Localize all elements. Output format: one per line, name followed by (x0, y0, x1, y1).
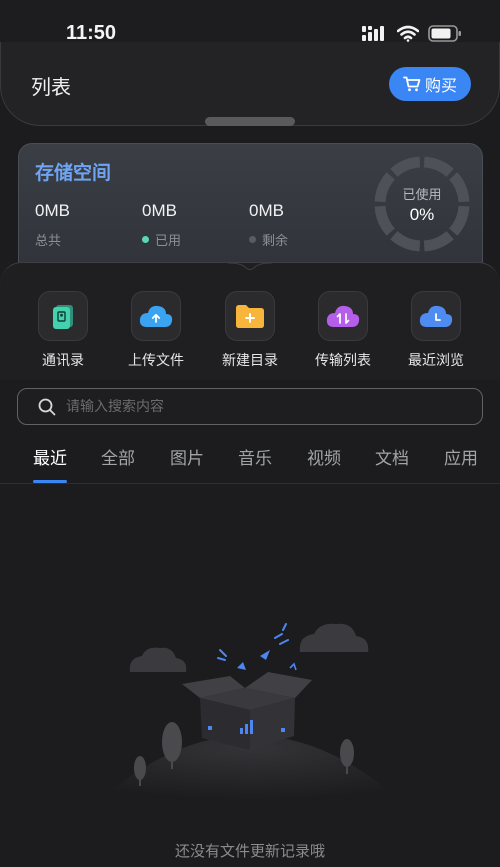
active-tab-indicator (33, 480, 67, 483)
quick-action-label: 传输列表 (315, 353, 371, 369)
gauge-segment (390, 230, 421, 252)
storage-total-value: 0MB (35, 201, 70, 220)
gauge-segment (390, 156, 421, 178)
quick-action-upload[interactable]: 上传文件 (116, 291, 196, 370)
gauge-label: 已使用 (402, 188, 442, 203)
storage-total-label: 总共 (35, 234, 62, 249)
category-tabs: 最近 全部 图片 音乐 视频 文档 应用 (0, 440, 500, 484)
empty-state-message: 还没有文件更新记录哦 (174, 842, 325, 860)
quick-action-contacts[interactable]: 通讯录 (23, 291, 103, 370)
quick-actions-panel: 通讯录 上传文件 新建目录 传输列表 最近浏览 (0, 262, 500, 380)
gauge-segment (374, 172, 396, 203)
tab-all[interactable]: 全部 (101, 444, 135, 469)
search-input[interactable] (66, 398, 426, 415)
new-folder-icon (236, 305, 264, 328)
buy-button[interactable]: 购买 (389, 67, 471, 101)
storage-remaining: 0MB 剩余 (249, 201, 288, 249)
used-dot-icon (142, 236, 149, 243)
storage-used: 0MB 已用 (142, 201, 181, 249)
status-icons (362, 24, 462, 42)
quick-action-recent[interactable]: 最近浏览 (396, 291, 476, 370)
search-icon (38, 398, 56, 415)
gauge-segment (423, 156, 454, 178)
tab-apps[interactable]: 应用 (444, 444, 478, 469)
cart-icon (403, 76, 421, 92)
tab-images[interactable]: 图片 (170, 444, 204, 469)
storage-title: 存储空间 (35, 162, 112, 184)
quick-action-label: 上传文件 (128, 353, 184, 369)
storage-total: 0MB 总共 (35, 201, 70, 249)
tab-video[interactable]: 视频 (307, 444, 341, 469)
page-title: 列表 (31, 75, 71, 99)
usage-gauge (374, 156, 470, 252)
quick-action-label: 最近浏览 (408, 353, 464, 369)
storage-used-label: 已用 (155, 234, 182, 249)
recent-clock-icon (419, 305, 453, 327)
storage-remaining-label: 剩余 (262, 234, 289, 249)
search-box[interactable] (17, 388, 483, 425)
storage-used-value: 0MB (142, 201, 177, 220)
quick-action-label: 通讯录 (42, 353, 84, 369)
quick-action-label: 新建目录 (222, 353, 278, 369)
gauge-percent: 0% (409, 205, 435, 224)
header: 列表 购买 (0, 42, 500, 126)
tab-documents[interactable]: 文档 (375, 444, 409, 469)
tab-recent[interactable]: 最近 (33, 444, 67, 469)
transfer-icon (326, 305, 360, 327)
buy-button-label: 购买 (424, 76, 457, 95)
wifi-icon (397, 25, 419, 42)
quick-action-transfer[interactable]: 传输列表 (303, 291, 383, 370)
tab-music[interactable]: 音乐 (238, 444, 272, 469)
panel-notch (228, 262, 272, 270)
empty-state-illustration (100, 623, 400, 800)
remaining-dot-icon (249, 236, 256, 243)
signal-icon (362, 26, 384, 41)
drag-handle[interactable] (205, 117, 295, 126)
gauge-segment (423, 230, 454, 252)
cloud-upload-icon (139, 305, 173, 327)
gauge-segment (448, 205, 470, 236)
quick-action-new-folder[interactable]: 新建目录 (210, 291, 290, 370)
battery-icon (428, 24, 461, 42)
gauge-segment (448, 172, 470, 203)
storage-remaining-value: 0MB (249, 201, 284, 220)
contacts-icon (53, 305, 73, 329)
gauge-segment (374, 205, 396, 236)
